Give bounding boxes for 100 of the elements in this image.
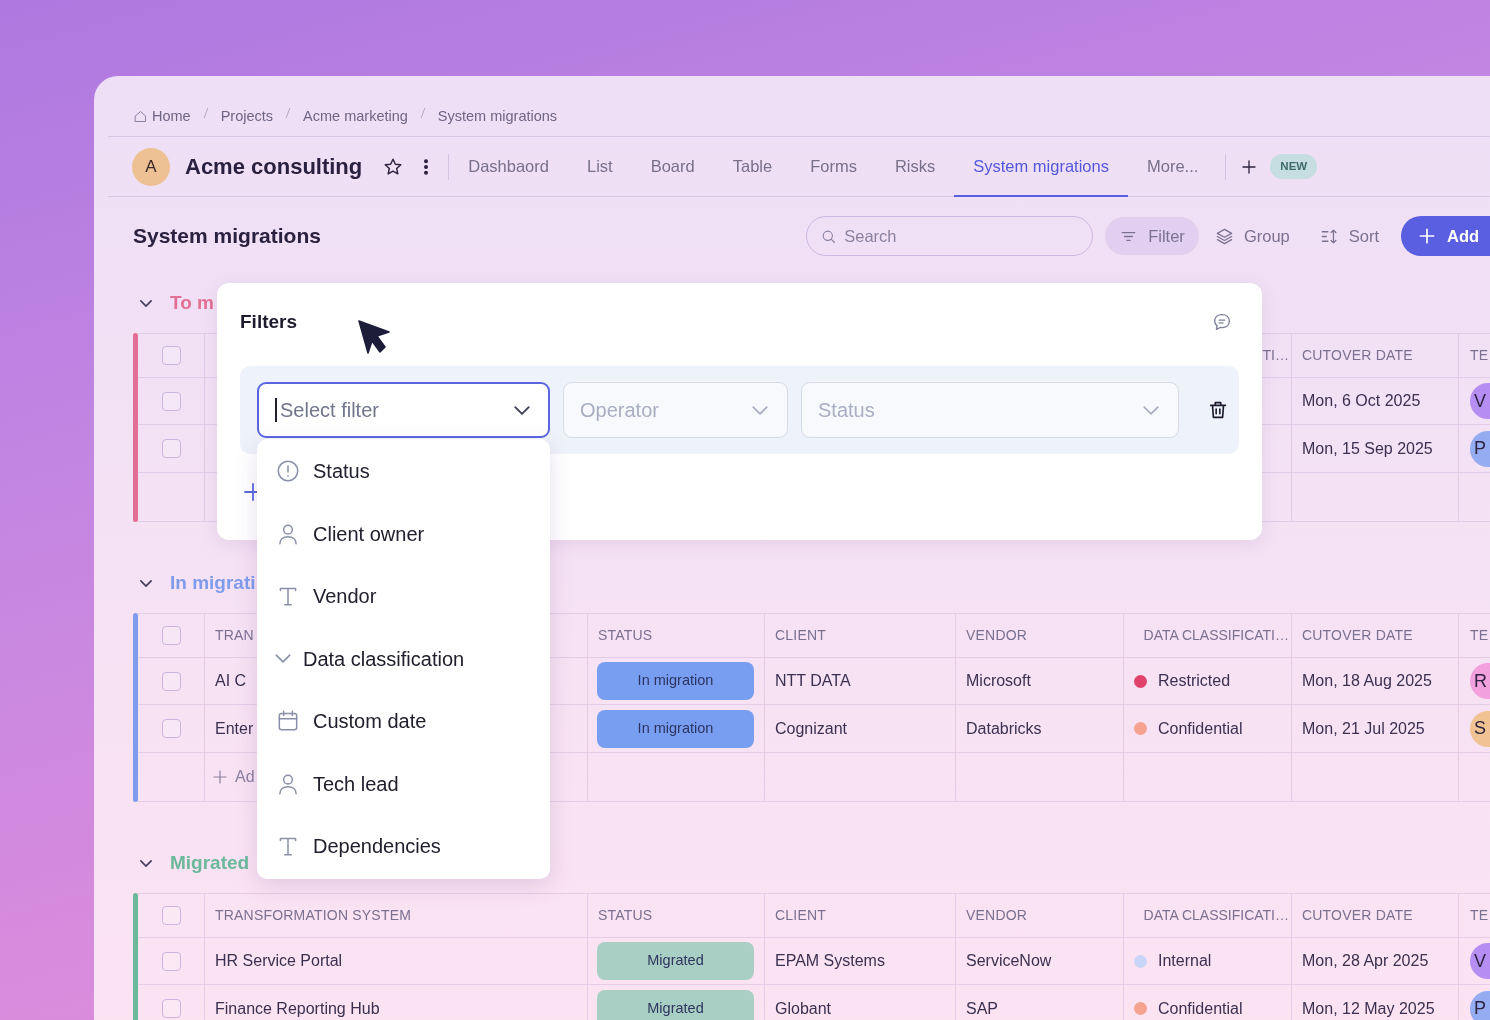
- column-header: VENDOR: [966, 626, 1028, 645]
- checkbox[interactable]: [161, 439, 181, 458]
- classification-label: Internal: [1158, 951, 1212, 971]
- chevron-down-icon[interactable]: [140, 859, 152, 867]
- cutover-date: Mon, 12 May 2025: [1302, 998, 1435, 1019]
- filter-button[interactable]: Filter: [1105, 217, 1199, 255]
- plus-icon: [1417, 226, 1437, 246]
- sort-button[interactable]: Sort: [1305, 217, 1393, 255]
- checkbox[interactable]: [161, 391, 181, 411]
- column-header: CLIENT: [775, 906, 826, 925]
- vendor-name: SAP: [966, 998, 998, 1019]
- checkbox[interactable]: [161, 906, 181, 925]
- nav-tab[interactable]: System migrations: [954, 137, 1128, 197]
- column-header: TI…: [1262, 346, 1289, 365]
- client-name: EPAM Systems: [775, 951, 885, 971]
- breadcrumb-link[interactable]: Acme marketing: [303, 106, 408, 126]
- chevron-down-icon[interactable]: [140, 579, 152, 587]
- menu-item[interactable]: Vendor: [257, 565, 550, 628]
- checkbox[interactable]: [161, 671, 181, 691]
- checkbox[interactable]: [161, 719, 181, 738]
- lead-avatar: P: [1470, 990, 1490, 1020]
- lead-avatar: V: [1470, 943, 1490, 979]
- cutover-date: Mon, 21 Jul 2025: [1302, 718, 1425, 739]
- mouse-cursor-icon: [357, 319, 391, 355]
- checkbox[interactable]: [161, 626, 181, 645]
- column-header: CLIENT: [775, 626, 826, 645]
- plus-icon: [211, 768, 229, 786]
- column-header: CUTOVER DATE: [1302, 626, 1413, 645]
- checkbox[interactable]: [161, 999, 181, 1018]
- group-title: To m: [170, 290, 214, 315]
- menu-item[interactable]: Custom date: [257, 690, 550, 753]
- breadcrumb-link[interactable]: Projects: [220, 106, 274, 126]
- checkbox[interactable]: [161, 951, 181, 971]
- menu-item[interactable]: Tech lead: [257, 752, 550, 815]
- chevron-down-icon: [1143, 406, 1159, 415]
- cutover-date: Mon, 18 Aug 2025: [1302, 671, 1432, 691]
- search-field[interactable]: Search: [806, 216, 1094, 256]
- classification-label: Restricted: [1158, 671, 1231, 691]
- lead-avatar: R: [1470, 663, 1490, 699]
- column-header: CUTOVER DATE: [1302, 906, 1413, 925]
- classification-label: Confidential: [1158, 998, 1243, 1019]
- column-header: STATUS: [598, 906, 653, 925]
- project-avatar: A: [132, 147, 170, 186]
- system-name: AI C: [215, 671, 247, 691]
- cutover-date: Mon, 15 Sep 2025: [1302, 438, 1433, 459]
- nav-tab[interactable]: Risks: [875, 137, 955, 197]
- column-header: STATUS: [598, 626, 653, 645]
- chevron-down-icon: [752, 406, 768, 415]
- checkbox[interactable]: [161, 346, 181, 365]
- nav-tab[interactable]: Table: [713, 137, 792, 197]
- chevron-down-icon: [514, 406, 530, 415]
- nav-tab[interactable]: Forms: [791, 137, 876, 197]
- cutover-date: Mon, 28 Apr 2025: [1302, 951, 1429, 971]
- vendor-name: Databricks: [966, 718, 1042, 739]
- column-header: TRANSFORMATION SYSTEM: [215, 906, 412, 925]
- breadcrumb-link[interactable]: Home: [133, 106, 191, 126]
- nav-tab[interactable]: Board: [631, 137, 714, 197]
- chat-icon[interactable]: [1211, 311, 1233, 333]
- lead-avatar: P: [1470, 430, 1490, 467]
- panel-title: Filters: [240, 309, 298, 334]
- column-header: TE: [1470, 626, 1489, 645]
- group-button[interactable]: Group: [1200, 217, 1304, 255]
- breadcrumb-link[interactable]: System migrations: [437, 106, 558, 126]
- vendor-name: Microsoft: [966, 671, 1031, 691]
- text-cursor: [275, 398, 277, 422]
- nav-tab[interactable]: More...: [1127, 137, 1218, 197]
- trash-icon[interactable]: [1207, 399, 1229, 421]
- column-header: TE: [1470, 906, 1489, 925]
- client-name: Cognizant: [775, 718, 848, 739]
- column-header: DATA CLASSIFICATI…: [1143, 626, 1289, 645]
- column-header: TRAN: [215, 626, 254, 645]
- nav-tab[interactable]: Dashbaord: [449, 137, 568, 197]
- nav-tab[interactable]: List: [568, 137, 632, 197]
- group-title: In migrati: [170, 570, 256, 595]
- client-name: Globant: [775, 998, 832, 1019]
- chevron-down-icon[interactable]: [140, 299, 152, 307]
- home-icon: [133, 108, 148, 124]
- new-label: NEW: [1270, 153, 1318, 180]
- column-header: TE: [1470, 346, 1489, 365]
- add-row-link[interactable]: Ad: [211, 765, 255, 789]
- page-title: System migrations: [133, 223, 322, 250]
- cutover-date: Mon, 6 Oct 2025: [1302, 391, 1421, 411]
- column-header: CUTOVER DATE: [1302, 346, 1413, 365]
- lead-avatar: V: [1470, 383, 1490, 419]
- system-name: HR Service Portal: [215, 951, 343, 971]
- dropdown-field[interactable]: Select filter: [257, 382, 550, 438]
- add-button[interactable]: Add: [1401, 216, 1490, 256]
- menu-item[interactable]: Dependencies: [257, 815, 550, 878]
- chevron-down-icon: [275, 654, 291, 664]
- classification-label: Confidential: [1158, 718, 1243, 739]
- system-name: Finance Reporting Hub: [215, 998, 380, 1019]
- menu-item[interactable]: Status: [257, 440, 550, 503]
- menu-item[interactable]: Data classification: [257, 627, 550, 690]
- group-title: Migrated: [170, 850, 250, 875]
- menu-item[interactable]: Client owner: [257, 502, 550, 565]
- vendor-name: ServiceNow: [966, 951, 1052, 971]
- column-header: VENDOR: [966, 906, 1028, 925]
- add-tab-icon[interactable]: [1240, 157, 1259, 176]
- project-name: Acme consulting: [185, 153, 363, 181]
- system-name: Enter: [215, 718, 254, 739]
